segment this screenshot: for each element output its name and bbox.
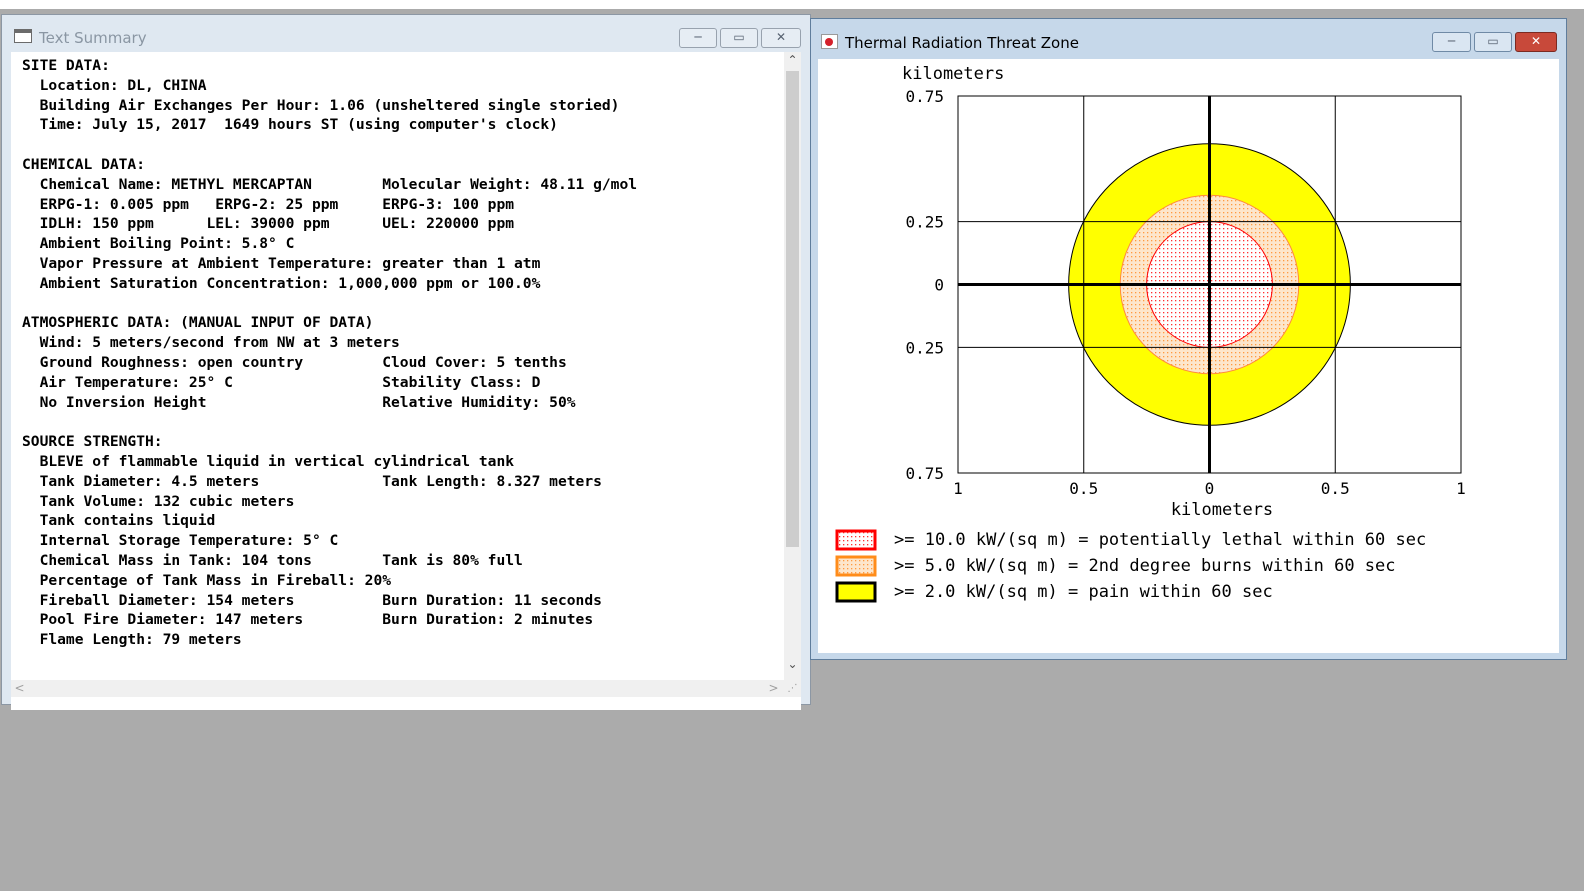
scroll-up-icon[interactable]: ⌃ — [784, 52, 801, 69]
minimize-button[interactable]: ─ — [679, 28, 717, 48]
summary-line: Chemical Name: METHYL MERCAPTAN Molecula… — [22, 175, 638, 193]
minimize-button[interactable]: ─ — [1432, 32, 1471, 52]
background-window-strip — [0, 0, 1584, 9]
scroll-right-icon[interactable]: > — [765, 680, 782, 697]
summary-text: SITE DATA: Location: DL, CHINA Building … — [22, 56, 782, 668]
threat-zone-chart: 0.75 0.25 0 0.25 0.75 1 0.5 0 0.5 1 kilometers kilo… — [835, 64, 1466, 603]
vertical-scrollbar[interactable]: ⌃ ⌄ — [784, 52, 801, 680]
legend-swatch — [835, 581, 877, 603]
legend-swatch — [835, 555, 877, 577]
legend-label: >= 5.0 kW/(sq m) = 2nd degree burns with… — [894, 556, 1396, 576]
summary-line: SITE DATA: — [22, 57, 110, 74]
maximize-button[interactable]: ▭ — [720, 28, 758, 48]
summary-line: Air Temperature: 25° C Stability Class: … — [22, 373, 541, 391]
summary-line: ERPG-1: 0.005 ppm ERPG-2: 25 ppm ERPG-3:… — [22, 195, 515, 213]
legend-label: >= 10.0 kW/(sq m) = potentially lethal w… — [894, 530, 1426, 550]
y-axis-label: kilometers — [902, 64, 1004, 84]
summary-line: Ambient Saturation Concentration: 1,000,… — [22, 274, 541, 292]
summary-line: Internal Storage Temperature: 5° C — [22, 532, 339, 550]
summary-line: Chemical Mass in Tank: 104 tons Tank is … — [22, 551, 523, 569]
close-button[interactable]: ✕ — [1515, 32, 1557, 52]
window-title: Text Summary — [39, 29, 147, 47]
y-tick-label: 0.25 — [905, 213, 944, 232]
summary-line: Percentage of Tank Mass in Fireball: 20% — [22, 571, 392, 589]
summary-line: Location: DL, CHINA — [22, 76, 207, 94]
y-tick-label: 0.25 — [905, 338, 944, 357]
scroll-thumb[interactable] — [786, 71, 799, 547]
summary-line: Vapor Pressure at Ambient Temperature: g… — [22, 254, 541, 272]
summary-line: Tank contains liquid — [22, 512, 216, 530]
summary-line: Tank Volume: 132 cubic meters — [22, 492, 295, 510]
close-button[interactable]: ✕ — [761, 28, 801, 48]
summary-line: Building Air Exchanges Per Hour: 1.06 (u… — [22, 96, 620, 114]
summary-line: CHEMICAL DATA: — [22, 155, 146, 173]
summary-line: SOURCE STRENGTH: — [22, 433, 163, 451]
threat-zone-window: Thermal Radiation Threat Zone ─ ▭ ✕ 0.75… — [810, 18, 1567, 660]
x-tick-label: 1 — [953, 479, 963, 498]
text-summary-window: Text Summary ─ ▭ ✕ SITE DATA: Location: … — [1, 14, 811, 710]
summary-line: IDLH: 150 ppm LEL: 39000 ppm UEL: 220000… — [22, 215, 515, 233]
x-tick-label: 1 — [1456, 479, 1466, 498]
x-axis-label: kilometers — [1171, 500, 1273, 520]
resize-grip-icon[interactable]: ⋰ — [784, 680, 801, 697]
summary-line: Tank Diameter: 4.5 meters Tank Length: 8… — [22, 472, 602, 490]
threat-window-icon — [821, 34, 838, 49]
y-tick-label: 0 — [934, 276, 944, 295]
horizontal-scrollbar[interactable]: < > — [11, 680, 784, 697]
x-tick-label: 0.5 — [1069, 479, 1098, 498]
summary-line: Ground Roughness: open country Cloud Cov… — [22, 353, 567, 371]
threat-zone-plot-area: 0.75 0.25 0 0.25 0.75 1 0.5 0 0.5 1 kilometers kilo… — [818, 59, 1559, 653]
summary-line: No Inversion Height Relative Humidity: 5… — [22, 393, 576, 411]
legend-label: >= 2.0 kW/(sq m) = pain within 60 sec — [894, 582, 1273, 602]
text-summary-titlebar[interactable]: Text Summary ─ ▭ ✕ — [2, 15, 810, 51]
scroll-down-icon[interactable]: ⌄ — [784, 656, 801, 673]
scroll-left-icon[interactable]: < — [11, 680, 28, 697]
summary-line: Pool Fire Diameter: 147 meters Burn Dura… — [22, 611, 594, 629]
x-tick-label: 0.5 — [1321, 479, 1350, 498]
summary-line: Fireball Diameter: 154 meters Burn Durat… — [22, 591, 602, 609]
summary-line: Flame Length: 79 meters — [22, 631, 242, 649]
maximize-button[interactable]: ▭ — [1474, 32, 1512, 52]
summary-line: ATMOSPHERIC DATA: (MANUAL INPUT OF DATA) — [22, 314, 374, 332]
text-window-icon — [14, 29, 32, 43]
y-tick-label: 0.75 — [905, 87, 944, 106]
legend-swatch — [835, 529, 877, 551]
summary-line: Time: July 15, 2017 1649 hours ST (using… — [22, 116, 558, 134]
summary-line: Wind: 5 meters/second from NW at 3 meter… — [22, 334, 400, 352]
x-tick-label: 0 — [1205, 479, 1215, 498]
text-summary-content: SITE DATA: Location: DL, CHINA Building … — [11, 52, 801, 710]
y-tick-label: 0.75 — [905, 464, 944, 483]
window-title: Thermal Radiation Threat Zone — [845, 34, 1079, 52]
summary-line: Ambient Boiling Point: 5.8° C — [22, 235, 295, 253]
summary-line: BLEVE of flammable liquid in vertical cy… — [22, 452, 515, 470]
